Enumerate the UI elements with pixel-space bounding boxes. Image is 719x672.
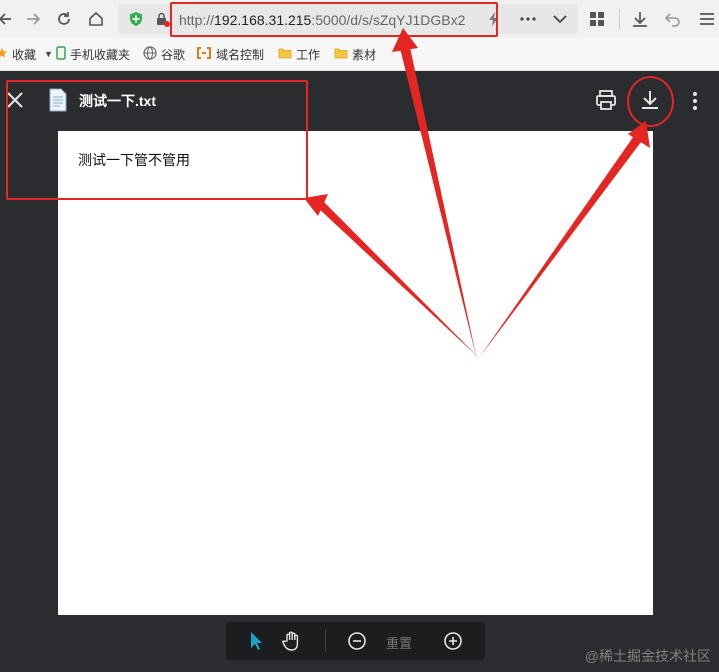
screen: http://192.168.31.215:5000/d/s/sZqYJ1DGB…: [0, 0, 719, 672]
bookmark-favorites[interactable]: 收藏 ▼: [0, 45, 53, 63]
shield-icon: [130, 12, 142, 26]
bookmarks-bar: 收藏 ▼ 手机收藏夹 谷歌 域名控制 工作 素材: [0, 38, 719, 71]
document-page: 测试一下管不管用: [58, 131, 653, 615]
bookmark-domain[interactable]: 域名控制: [196, 45, 264, 63]
reload-icon[interactable]: [52, 7, 76, 31]
annotation-title-box: [6, 80, 308, 200]
star-icon: [0, 47, 8, 62]
download-manager-icon[interactable]: [628, 7, 652, 31]
globe-icon: [143, 45, 157, 63]
annotation-url-box: [170, 2, 498, 37]
forward-icon[interactable]: [21, 7, 45, 31]
home-icon[interactable]: [84, 7, 108, 31]
watermark: @稀土掘金技术社区: [584, 648, 711, 664]
bookmark-label: 域名控制: [216, 47, 265, 62]
bookmark-google[interactable]: 谷歌: [143, 45, 185, 63]
reset-button[interactable]: 重置: [386, 633, 412, 652]
back-icon[interactable]: [0, 7, 18, 31]
print-icon[interactable]: [594, 89, 618, 111]
folder-icon: [334, 47, 348, 62]
caret-down-icon[interactable]: ▼: [44, 49, 53, 59]
viewer-controls: 重置: [226, 622, 485, 660]
zoom-out-icon[interactable]: [346, 630, 368, 652]
toolbar-divider: [619, 9, 620, 29]
domain-icon: [196, 46, 212, 62]
bookmark-label: 手机收藏夹: [70, 47, 131, 62]
undo-icon[interactable]: [661, 7, 685, 31]
bookmark-materials[interactable]: 素材: [334, 45, 376, 63]
bookmark-label: 谷歌: [161, 47, 186, 62]
hand-pan-icon[interactable]: [281, 630, 303, 652]
zoom-in-icon[interactable]: [442, 630, 464, 652]
folder-icon: [278, 47, 292, 62]
apps-grid-icon[interactable]: [585, 7, 609, 31]
menu-icon[interactable]: [695, 7, 719, 31]
lock-icon: [157, 12, 170, 27]
pointer-cursor-icon[interactable]: [246, 630, 268, 652]
bookmark-label: 工作: [296, 47, 321, 62]
bookmark-label: 收藏: [12, 47, 37, 62]
phone-icon: [56, 45, 66, 63]
chevron-down-icon[interactable]: [548, 9, 572, 29]
bookmark-label: 素材: [352, 47, 377, 62]
bookmark-work[interactable]: 工作: [278, 45, 320, 63]
more-horizontal-icon[interactable]: [516, 9, 540, 29]
bookmark-mobile[interactable]: 手机收藏夹: [56, 45, 130, 63]
more-vertical-icon[interactable]: [688, 90, 702, 112]
annotation-download-circle: [627, 76, 674, 127]
controls-divider: [325, 630, 326, 652]
